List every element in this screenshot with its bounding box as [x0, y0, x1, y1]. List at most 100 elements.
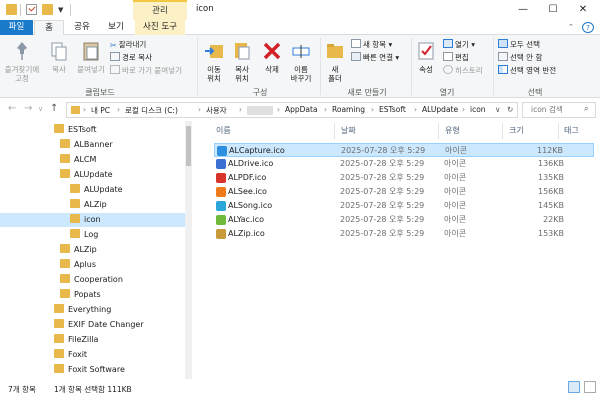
tab-share[interactable]: 공유 — [68, 20, 96, 35]
large-icons-view-icon[interactable] — [584, 381, 596, 393]
tree-item[interactable]: Log — [70, 228, 98, 242]
file-size: 135KB — [537, 173, 564, 182]
breadcrumb-this-pc[interactable]: 내 PC — [91, 105, 110, 116]
help-icon[interactable]: ? — [582, 22, 594, 33]
address-dropdown-chevron-icon[interactable]: ∨ — [495, 105, 501, 114]
recent-chevron-down-icon[interactable]: ∨ — [38, 105, 43, 113]
column-header-date[interactable]: 날짜 — [341, 125, 356, 136]
tree-scrollbar-thumb[interactable] — [186, 126, 191, 166]
folder-icon — [54, 349, 64, 358]
breadcrumb-icon[interactable]: icon — [470, 105, 486, 114]
rename-button[interactable]: 이름 바꾸기 — [287, 40, 315, 83]
new-folder-quick-icon[interactable] — [42, 4, 53, 15]
tree-item[interactable]: Cooperation — [60, 273, 123, 287]
column-header-name[interactable]: 이름 — [216, 125, 231, 136]
copy-to-label: 복사 위치 — [235, 65, 249, 83]
tree-item[interactable]: Popats — [60, 288, 101, 302]
folder-icon[interactable] — [6, 4, 17, 15]
refresh-icon[interactable]: ↻ — [507, 105, 513, 114]
breadcrumb-appdata[interactable]: AppData — [285, 105, 318, 114]
search-icon[interactable]: ⌕ — [584, 104, 588, 114]
file-row[interactable]: ALDrive.ico 2025-07-28 오후 5:29 아이콘 136KB — [214, 157, 594, 171]
tree-item-label: Foxit — [68, 350, 88, 359]
breadcrumb-local-disk[interactable]: 로컬 디스크 (C:) — [125, 105, 178, 116]
ribbon-collapse-chevron-icon[interactable]: ⌃ — [568, 23, 574, 31]
file-row[interactable]: ALYac.ico 2025-07-28 오후 5:29 아이콘 22KB — [214, 213, 594, 227]
back-arrow-icon[interactable]: ← — [8, 103, 16, 114]
open-button[interactable]: 열기 ▾ — [443, 39, 475, 51]
file-type: 아이콘 — [444, 215, 467, 224]
easy-access-button[interactable]: 빠른 연결 ▾ — [351, 52, 399, 64]
cut-button[interactable]: ✂ 잘라내기 — [110, 39, 146, 51]
tree-item[interactable]: ALUpdate — [60, 168, 113, 182]
tree-item[interactable]: ALUpdate — [70, 183, 123, 197]
select-none-label: 선택 안 함 — [510, 53, 543, 62]
breadcrumb-roaming[interactable]: Roaming — [332, 105, 365, 114]
folder-icon — [54, 364, 64, 373]
divider — [334, 123, 335, 139]
file-row[interactable]: ALPDF.ico 2025-07-28 오후 5:29 아이콘 135KB — [214, 171, 594, 185]
select-none-button[interactable]: 선택 안 함 — [498, 52, 542, 64]
file-row[interactable]: ALSong.ico 2025-07-28 오후 5:29 아이콘 145KB — [214, 199, 594, 213]
properties-quick-icon[interactable] — [26, 4, 37, 15]
file-row[interactable]: ALSee.ico 2025-07-28 오후 5:29 아이콘 156KB — [214, 185, 594, 199]
tab-view[interactable]: 보기 — [102, 20, 130, 35]
tab-file[interactable]: 파일 — [0, 20, 33, 35]
delete-button[interactable]: 삭제 — [259, 40, 285, 74]
forward-arrow-icon[interactable]: → — [24, 103, 32, 114]
pin-quick-access-button[interactable]: 즐겨찾기에 고정 — [4, 40, 40, 83]
history-button[interactable]: 히스토리 — [443, 65, 483, 77]
address-bar[interactable]: › 내 PC › 로컬 디스크 (C:) › 사용자 › › AppData ›… — [66, 102, 518, 118]
paste-shortcut-button[interactable]: 바로 가기 붙여넣기 — [110, 65, 182, 77]
tree-item[interactable]: ALBanner — [60, 138, 113, 152]
new-folder-button[interactable]: 새 폴더 — [323, 40, 347, 83]
tree-item[interactable]: ALZip — [60, 243, 97, 257]
move-to-button[interactable]: 이동 위치 — [200, 40, 228, 83]
tree-item[interactable]: ESTsoft — [54, 123, 97, 137]
tree-item[interactable]: EXIF Date Changer — [54, 318, 144, 332]
divider — [493, 38, 494, 95]
close-button[interactable]: ✕ — [568, 0, 598, 20]
tree-item[interactable]: icon — [0, 213, 185, 227]
up-arrow-icon[interactable]: ↑ — [50, 103, 58, 114]
tab-photo-tools[interactable]: 사진 도구 — [135, 20, 185, 35]
edit-button[interactable]: 편집 — [443, 52, 469, 64]
folder-icon — [70, 214, 80, 223]
invert-selection-button[interactable]: 선택 영역 반전 — [498, 65, 556, 77]
maximize-button[interactable]: ☐ — [538, 0, 568, 20]
copy-button[interactable]: 복사 — [46, 40, 72, 74]
tree-item[interactable]: Foxit Software — [54, 363, 125, 377]
breadcrumb-estsoft[interactable]: ESTsoft — [379, 105, 406, 114]
manage-context-tab[interactable]: 관리 — [133, 0, 187, 20]
minimize-button[interactable]: — — [508, 0, 538, 20]
customize-chevron-down-icon[interactable]: ▼ — [58, 6, 66, 14]
divider — [197, 38, 198, 95]
properties-button[interactable]: 속성 — [414, 40, 438, 74]
new-item-icon — [351, 39, 361, 48]
file-row[interactable]: ALCapture.ico 2025-07-28 오후 5:29 아이콘 112KB — [214, 143, 594, 157]
select-all-button[interactable]: 모두 선택 — [498, 39, 540, 51]
copy-to-button[interactable]: 복사 위치 — [228, 40, 256, 83]
column-header-type[interactable]: 유형 — [445, 125, 460, 136]
breadcrumb-username-redacted[interactable] — [247, 106, 273, 115]
file-row[interactable]: ALZip.ico 2025-07-28 오후 5:29 아이콘 153KB — [214, 227, 594, 241]
tree-item[interactable]: Aplus — [60, 258, 96, 272]
tree-item[interactable]: ALCM — [60, 153, 96, 167]
tree-item[interactable]: ALZip — [70, 198, 107, 212]
file-name: ALDrive.ico — [228, 159, 274, 168]
breadcrumb-users[interactable]: 사용자 — [206, 105, 227, 116]
column-header-size[interactable]: 크기 — [509, 125, 524, 136]
tree-item[interactable]: Everything — [54, 303, 111, 317]
copy-path-button[interactable]: 경로 복사 — [110, 52, 152, 64]
divider — [70, 4, 71, 16]
tab-home[interactable]: 홈 — [34, 20, 64, 36]
details-view-icon[interactable] — [568, 381, 580, 393]
tree-item[interactable]: Foxit — [54, 348, 87, 362]
paste-button[interactable]: 붙여넣기 — [74, 40, 108, 74]
new-item-button[interactable]: 새 항목 ▾ — [351, 39, 392, 51]
column-header-tags[interactable]: 태그 — [564, 125, 579, 136]
folder-icon — [54, 124, 64, 133]
file-date: 2025-07-28 오후 5:29 — [340, 173, 425, 182]
tree-item[interactable]: FileZilla — [54, 333, 98, 347]
breadcrumb-alupdate[interactable]: ALUpdate — [422, 105, 458, 114]
